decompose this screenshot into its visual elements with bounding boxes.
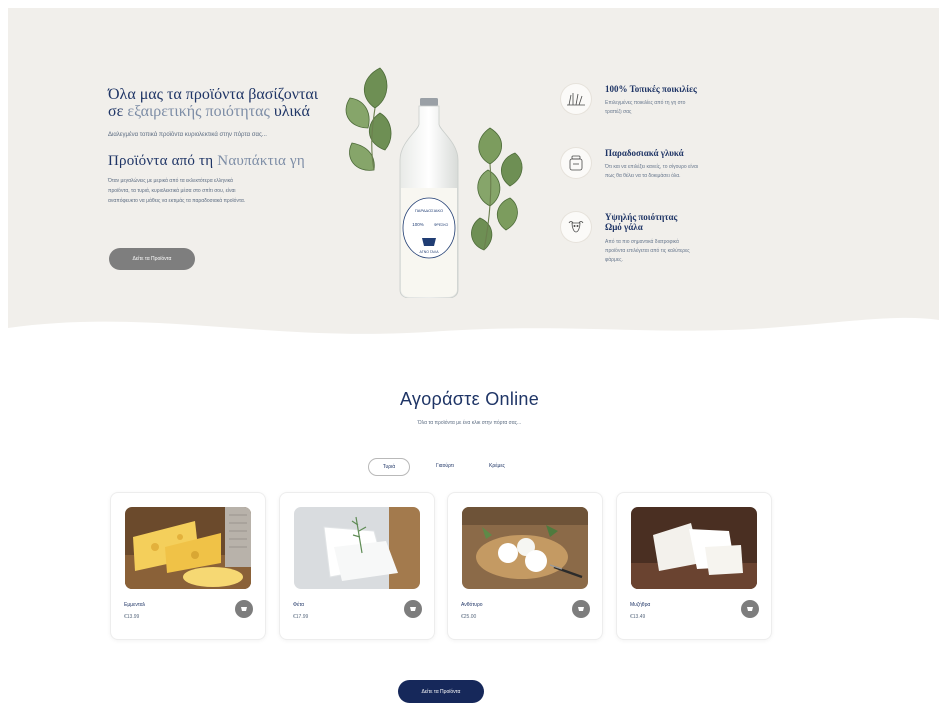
cart-icon xyxy=(578,607,584,611)
view-products-button[interactable]: Δείτε τα Προϊόντα xyxy=(109,248,195,270)
product-price: €17.99 xyxy=(293,614,309,620)
cart-icon xyxy=(241,607,247,611)
product-card[interactable]: Ανθότυρο €25.00 xyxy=(447,492,603,640)
tab-creams[interactable]: Κρέμες xyxy=(482,458,512,474)
bottle-label-line1: ΠΑΡΑΔΟΣΙΑΚΟ xyxy=(415,208,443,213)
product-name[interactable]: Ανθότυρο xyxy=(461,602,483,608)
hero-text-line: Όταν μεγαλώνεις με μερικά από τα εκλεκτό… xyxy=(108,178,233,184)
hero-wave-divider xyxy=(8,317,939,348)
shop-title: Αγοράστε Online xyxy=(399,389,540,409)
cow-icon xyxy=(561,212,591,242)
feature-text-line: Ότι και να επιλέξει κανείς, το σίγουρο ε… xyxy=(605,164,698,170)
grass-icon xyxy=(561,84,591,114)
product-name[interactable]: Φέτα xyxy=(293,602,304,608)
feature-text: Από τα πιο σημαντικά διατροφικά προϊόντα… xyxy=(605,238,745,265)
hero-text-line: αναπόφευκτο να μάθεις να εκτιμάς τα παρα… xyxy=(108,198,246,204)
add-to-cart-button[interactable] xyxy=(235,600,253,618)
hero-title: Όλα μας τα προϊόντα βασίζονται σε εξαιρε… xyxy=(108,86,328,120)
feature-text-line: Από τα πιο σημαντικά διατροφικά xyxy=(605,239,679,245)
feature-text-line: προϊόντα επιλέγεται από τις καλύτερες xyxy=(605,248,690,254)
feature-text-line: πως θα θέλει να τα δοκιμάσει όλα. xyxy=(605,173,681,179)
hero-title2-part2: Ναυπάκτια γη xyxy=(217,153,305,169)
hero-title-part3: υλικά xyxy=(273,103,310,120)
hero-subtitle: Διαλεγμένα τοπικά προϊόντα κυριολεκτικά … xyxy=(108,132,267,138)
feature-text-line: φάρμες. xyxy=(605,257,623,263)
feature-text-line: τραπέζι σας xyxy=(605,109,632,115)
bottle-label-line2: 100% xyxy=(412,222,424,227)
tab-cheeses[interactable]: Τυριά xyxy=(368,458,410,476)
add-to-cart-button[interactable] xyxy=(741,600,759,618)
hero-title-part2: εξαιρετικής ποιότητας xyxy=(127,103,270,120)
hero-title2-part1: Προϊόντα από τη xyxy=(108,153,214,169)
bottle-label-line3: ΦΡΕΣΚΟ xyxy=(434,223,449,227)
jar-icon xyxy=(561,148,591,178)
product-image-anthotyro[interactable] xyxy=(462,507,588,589)
feature-title: Παραδοσιακά γλυκά xyxy=(605,148,684,158)
view-all-products-button[interactable]: Δείτε τα Προϊόντα xyxy=(398,680,484,703)
product-image-emmental[interactable] xyxy=(125,507,251,589)
feature-text: Επιλεγμένες ποικιλίες από τη γη στο τραπ… xyxy=(605,99,745,117)
product-price: €13.99 xyxy=(124,614,140,620)
hero-text: Όταν μεγαλώνεις με μερικά από τα εκλεκτό… xyxy=(108,176,328,206)
product-card[interactable]: Μυζήθρα €13.49 xyxy=(616,492,772,640)
tab-yogurt[interactable]: Γιαούρτι xyxy=(430,458,460,474)
feature-title-line: Ωμό γάλα xyxy=(605,222,643,232)
hero-intro: Όλα μας τα προϊόντα βασίζονται σε εξαιρε… xyxy=(108,86,328,270)
cart-icon xyxy=(410,607,416,611)
product-price: €13.49 xyxy=(630,614,646,620)
feature-text-line: Επιλεγμένες ποικιλίες από τη γη στο xyxy=(605,100,686,106)
add-to-cart-button[interactable] xyxy=(404,600,422,618)
feature-title: Υψηλής ποιότητας Ωμό γάλα xyxy=(605,212,755,232)
product-image-myzithra[interactable] xyxy=(631,507,757,589)
feature-text: Ότι και να επιλέξει κανείς, το σίγουρο ε… xyxy=(605,163,745,181)
product-price: €25.00 xyxy=(461,614,477,620)
add-to-cart-button[interactable] xyxy=(572,600,590,618)
feature-title: 100% Τοπικές ποικιλίες xyxy=(605,84,697,94)
product-card[interactable]: Εμμενταλ €13.99 xyxy=(110,492,266,640)
bottle-label-line4: ΑΓΝΟ ΓΑΛΑ xyxy=(419,250,439,254)
hero-text-line: προϊόντα, τα τυριά, κυριολεκτικά μέσα στ… xyxy=(108,188,236,194)
feature-title-line: Υψηλής ποιότητας xyxy=(605,212,678,222)
product-image-feta[interactable] xyxy=(294,507,420,589)
product-name[interactable]: Μυζήθρα xyxy=(630,602,650,608)
shop-subtitle: Όλα τα προϊόντα με ένα κλικ στην πόρτα σ… xyxy=(417,420,522,426)
cart-icon xyxy=(747,607,753,611)
product-card[interactable]: Φέτα €17.99 xyxy=(279,492,435,640)
product-name[interactable]: Εμμενταλ xyxy=(124,602,145,608)
milk-bottle-image: ΠΑΡΑΔΟΣΙΑΚΟ 100% ΦΡΕΣΚΟ ΑΓΝΟ ΓΑΛΑ xyxy=(399,98,459,298)
hero-title2: Προϊόντα από τη Ναυπάκτια γη xyxy=(108,153,328,170)
